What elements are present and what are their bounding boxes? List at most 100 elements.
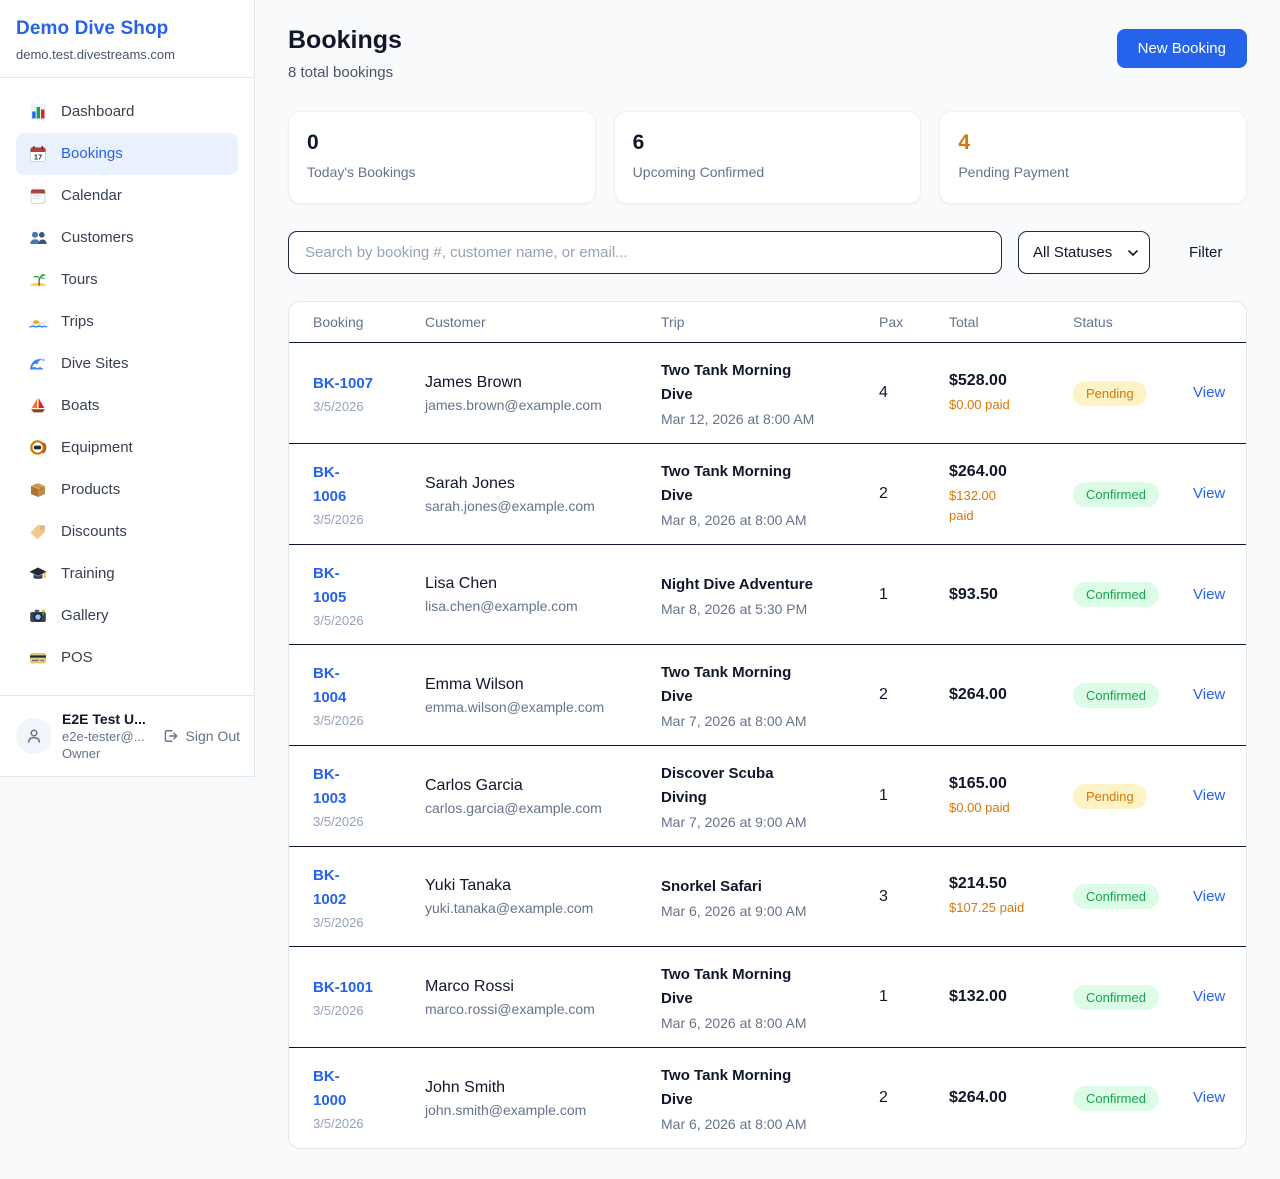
sidebar-item-discounts[interactable]: Discounts — [16, 511, 238, 553]
pax-count: 2 — [879, 686, 949, 704]
customer-name: Sarah Jones — [425, 475, 651, 493]
customer-email: emma.wilson@example.com — [425, 699, 651, 715]
sailboat-icon — [28, 396, 48, 416]
trip-datetime: Mar 6, 2026 at 9:00 AM — [661, 903, 869, 919]
sidebar-item-label: Trips — [61, 312, 94, 332]
total-amount: $264.00 — [949, 463, 1063, 481]
view-link[interactable]: View — [1193, 1089, 1225, 1106]
sidebar-item-label: Customers — [61, 228, 134, 248]
view-link[interactable]: View — [1193, 888, 1225, 905]
status-badge: Confirmed — [1073, 683, 1159, 708]
trip-name: Two Tank Morning Dive — [661, 661, 869, 709]
view-link[interactable]: View — [1193, 384, 1225, 401]
sidebar-item-pos[interactable]: POS — [16, 637, 238, 679]
sidebar-item-label: Boats — [61, 396, 99, 416]
status-badge: Pending — [1073, 381, 1147, 406]
sign-out-label: Sign Out — [186, 728, 240, 744]
sidebar-item-customers[interactable]: Customers — [16, 217, 238, 259]
view-link[interactable]: View — [1193, 988, 1225, 1005]
booking-id-link[interactable]: BK- 1006 — [313, 461, 415, 509]
table-row: BK- 1006 3/5/2026 Sarah Jones sarah.jone… — [289, 443, 1246, 544]
user-section: E2E Test U... e2e-tester@... Owner Sign … — [0, 695, 254, 776]
status-select-wrap: All Statuses — [1018, 231, 1150, 274]
pax-count: 2 — [879, 1089, 949, 1107]
sidebar-item-bookings[interactable]: 17 Bookings — [16, 133, 238, 175]
view-link[interactable]: View — [1193, 787, 1225, 804]
sign-out-button[interactable]: Sign Out — [161, 727, 240, 745]
stat-card-pending-payment: 4 Pending Payment — [939, 111, 1247, 204]
sidebar-item-dashboard[interactable]: Dashboard — [16, 91, 238, 133]
column-header-customer: Customer — [425, 314, 661, 330]
booking-date: 3/5/2026 — [313, 613, 415, 628]
stats-row: 0 Today's Bookings 6 Upcoming Confirmed … — [288, 111, 1247, 204]
total-amount: $264.00 — [949, 686, 1063, 704]
trip-datetime: Mar 12, 2026 at 8:00 AM — [661, 411, 869, 427]
sidebar-item-boats[interactable]: Boats — [16, 385, 238, 427]
paid-amount: $132.00 paid — [949, 486, 1063, 525]
booking-id-link[interactable]: BK- 1000 — [313, 1065, 415, 1113]
tear-off-calendar-icon — [28, 186, 48, 206]
pax-count: 1 — [879, 586, 949, 604]
sidebar-item-label: Dashboard — [61, 102, 134, 122]
booking-date: 3/5/2026 — [313, 1116, 415, 1131]
wave-icon — [28, 354, 48, 374]
table-row: BK- 1003 3/5/2026 Carlos Garcia carlos.g… — [289, 745, 1246, 846]
customer-name: James Brown — [425, 374, 651, 392]
stat-label: Today's Bookings — [307, 164, 577, 180]
filter-button[interactable]: Filter — [1181, 240, 1230, 265]
table-row: BK-1007 3/5/2026 James Brown james.brown… — [289, 343, 1246, 443]
sidebar-item-dive-sites[interactable]: Dive Sites — [16, 343, 238, 385]
sidebar: Demo Dive Shop demo.test.divestreams.com… — [0, 0, 255, 777]
sign-out-icon — [161, 727, 179, 745]
controls-row: All Statuses Filter — [288, 231, 1247, 274]
brand-name[interactable]: Demo Dive Shop — [16, 18, 238, 40]
avatar — [16, 718, 52, 754]
trip-name: Two Tank Morning Dive — [661, 963, 869, 1011]
column-header-trip: Trip — [661, 314, 879, 330]
table-row: BK- 1000 3/5/2026 John Smith john.smith@… — [289, 1047, 1246, 1148]
view-link[interactable]: View — [1193, 686, 1225, 703]
booking-id-link[interactable]: BK- 1004 — [313, 662, 415, 710]
bookings-table: Booking Customer Trip Pax Total Status B… — [288, 301, 1247, 1149]
table-row: BK- 1004 3/5/2026 Emma Wilson emma.wilso… — [289, 644, 1246, 745]
column-header-total: Total — [949, 314, 1073, 330]
camera-icon — [28, 606, 48, 626]
sidebar-item-equipment[interactable]: Equipment — [16, 427, 238, 469]
main-content: Bookings 8 total bookings New Booking 0 … — [255, 0, 1280, 1179]
customer-email: john.smith@example.com — [425, 1102, 651, 1118]
sidebar-item-label: Dive Sites — [61, 354, 129, 374]
booking-id-link[interactable]: BK- 1002 — [313, 864, 415, 912]
booking-date: 3/5/2026 — [313, 713, 415, 728]
sidebar-item-gallery[interactable]: Gallery — [16, 595, 238, 637]
booking-date: 3/5/2026 — [313, 915, 415, 930]
status-filter-select[interactable]: All Statuses — [1018, 231, 1150, 274]
table-header: Booking Customer Trip Pax Total Status — [289, 302, 1246, 343]
status-badge: Confirmed — [1073, 985, 1159, 1010]
table-row: BK- 1005 3/5/2026 Lisa Chen lisa.chen@ex… — [289, 544, 1246, 644]
total-amount: $528.00 — [949, 372, 1063, 390]
sidebar-item-label: Products — [61, 480, 120, 500]
trip-name: Discover Scuba Diving — [661, 762, 869, 810]
sidebar-item-trips[interactable]: Trips — [16, 301, 238, 343]
sidebar-item-calendar[interactable]: Calendar — [16, 175, 238, 217]
island-icon — [28, 270, 48, 290]
booking-id-link[interactable]: BK-1001 — [313, 976, 415, 1000]
trip-datetime: Mar 6, 2026 at 8:00 AM — [661, 1116, 869, 1132]
booking-id-link[interactable]: BK-1007 — [313, 372, 415, 396]
view-link[interactable]: View — [1193, 586, 1225, 603]
new-booking-button[interactable]: New Booking — [1117, 29, 1247, 68]
sidebar-item-tours[interactable]: Tours — [16, 259, 238, 301]
column-header-status: Status — [1073, 314, 1193, 330]
user-name: E2E Test U... — [62, 711, 151, 727]
view-link[interactable]: View — [1193, 485, 1225, 502]
total-amount: $93.50 — [949, 586, 1063, 604]
stat-card-upcoming-confirmed: 6 Upcoming Confirmed — [614, 111, 922, 204]
pax-count: 1 — [879, 787, 949, 805]
total-amount: $165.00 — [949, 775, 1063, 793]
sidebar-item-training[interactable]: Training — [16, 553, 238, 595]
sidebar-item-products[interactable]: Products — [16, 469, 238, 511]
search-input[interactable] — [288, 231, 1002, 274]
booking-id-link[interactable]: BK- 1005 — [313, 562, 415, 610]
booking-id-link[interactable]: BK- 1003 — [313, 763, 415, 811]
customer-name: Carlos Garcia — [425, 777, 651, 795]
